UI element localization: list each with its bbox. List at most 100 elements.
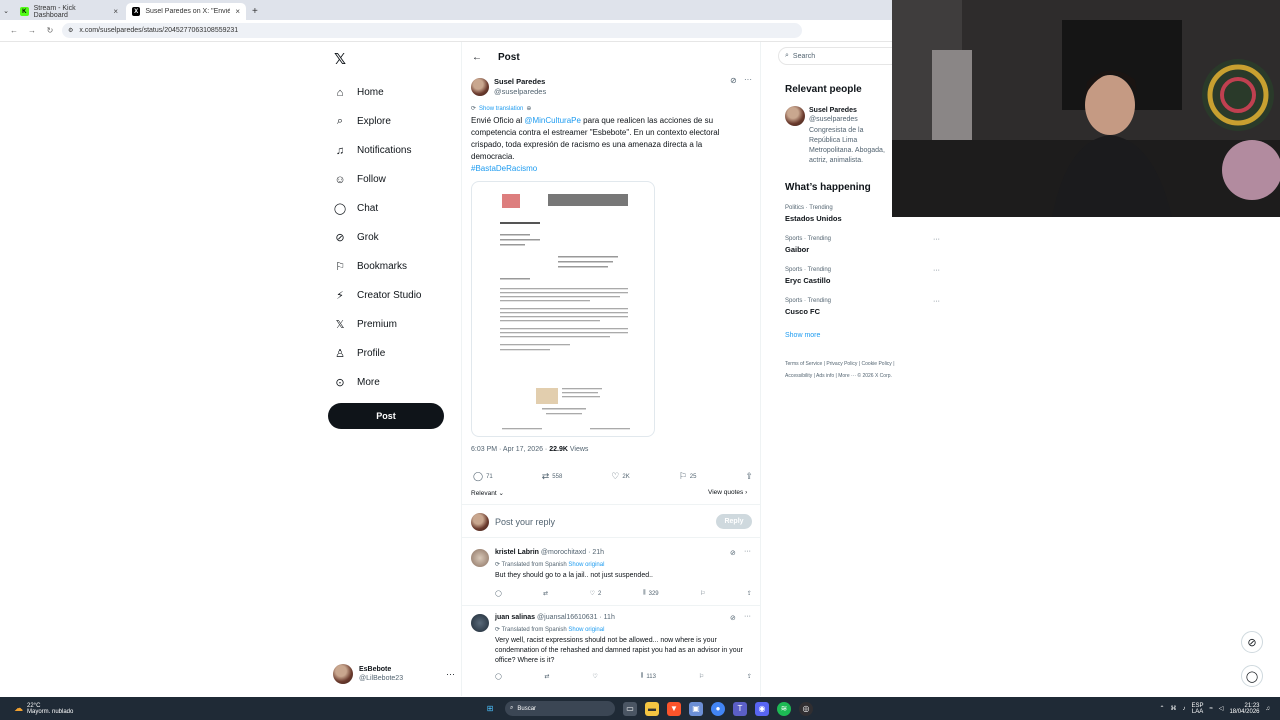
footer-link[interactable]: Cookie Policy	[862, 361, 892, 367]
heart-icon[interactable]: ♡	[592, 673, 597, 680]
avatar[interactable]	[785, 106, 805, 126]
back-icon[interactable]: ←	[8, 26, 20, 35]
grok-icon[interactable]: ⊘	[730, 549, 736, 557]
footer-link[interactable]: Accessibility	[785, 373, 812, 379]
site-info-icon[interactable]: ⚙	[68, 27, 73, 34]
post-button[interactable]: Post	[328, 403, 444, 429]
reply-input[interactable]: Post your reply	[495, 517, 555, 527]
nav-explore[interactable]: ⌕ Explore	[328, 107, 458, 136]
grok-icon[interactable]: ⊘	[730, 614, 736, 622]
speaker-icon[interactable]: ◁	[1219, 705, 1224, 712]
person-name[interactable]: Susel Paredes	[809, 107, 894, 114]
grok-floating-button[interactable]: ⊘	[1241, 631, 1263, 653]
bookmark-icon[interactable]: ⚐	[700, 590, 705, 597]
nav-chat[interactable]: ◯ Chat	[328, 194, 458, 223]
show-original-link[interactable]: Show original	[568, 627, 604, 633]
more-options-icon[interactable]: ···	[744, 613, 751, 620]
spotify-icon[interactable]: ≋	[777, 701, 791, 716]
nav-notifications[interactable]: ♫ Notifications	[328, 136, 458, 165]
footer-link[interactable]: Privacy Policy	[826, 361, 857, 367]
footer-link[interactable]: More ···	[838, 373, 856, 379]
reply-icon[interactable]: ◯	[495, 590, 502, 597]
mention-link[interactable]: @MinCulturaPe	[524, 116, 581, 125]
chrome-icon[interactable]: ●	[711, 701, 725, 716]
account-switcher[interactable]: EsBebote @LilBebote23 ···	[333, 661, 455, 687]
repost-icon[interactable]: ⇄	[543, 590, 548, 597]
nav-grok[interactable]: ⊘ Grok	[328, 223, 458, 252]
nav-follow[interactable]: ☺ Follow	[328, 165, 458, 194]
teams-icon[interactable]: T	[733, 701, 747, 716]
footer-link[interactable]: Terms of Service	[785, 361, 822, 367]
nav-home[interactable]: ⌂ Home	[328, 78, 458, 107]
reply-sort[interactable]: Relevant ⌄	[471, 489, 504, 497]
forward-icon[interactable]: →	[26, 26, 38, 35]
brave-icon[interactable]: ▼	[667, 701, 681, 716]
show-translation-link[interactable]: Show translation	[479, 106, 523, 112]
author-handle[interactable]: @suselparedes	[494, 87, 546, 96]
tab-kick-dashboard[interactable]: K Stream - Kick Dashboard ×	[14, 3, 124, 20]
like-action[interactable]: ♡ 2K	[611, 471, 629, 482]
post-image[interactable]	[471, 181, 655, 437]
clock[interactable]: 21:23 18/04/2026	[1229, 703, 1259, 715]
wifi-icon[interactable]: ≈	[1210, 706, 1213, 712]
task-view-icon[interactable]: ▭	[623, 701, 637, 716]
trend-item[interactable]: Sports · Trending Eryc Castillo	[785, 267, 831, 285]
person-handle[interactable]: @suselparedes	[809, 116, 894, 123]
share-icon[interactable]: ⇪	[747, 673, 752, 680]
share-icon[interactable]: ⇪	[745, 471, 753, 482]
nav-bookmarks[interactable]: ⚐ Bookmarks	[328, 252, 458, 281]
bookmark-icon[interactable]: ⚐	[699, 673, 704, 680]
author-name[interactable]: Susel Paredes	[494, 77, 546, 86]
post-time[interactable]: 6:03 PM · Apr 17, 2026 ·	[471, 446, 549, 453]
avatar[interactable]	[471, 77, 489, 96]
close-tab-icon[interactable]: ×	[113, 7, 118, 16]
nav-premium[interactable]: 𝕏 Premium	[328, 310, 458, 339]
trend-item[interactable]: Sports · Trending Cusco FC	[785, 298, 831, 316]
reload-icon[interactable]: ↻	[44, 26, 56, 35]
language-indicator[interactable]: ESP LAA	[1192, 703, 1204, 715]
x-logo-icon[interactable]: 𝕏	[334, 50, 458, 68]
bookmark-action[interactable]: ⚐ 25	[679, 471, 697, 482]
discord-icon[interactable]: ◉	[755, 701, 769, 716]
show-original-link[interactable]: Show original	[568, 562, 604, 568]
footer-link[interactable]: Ads info	[816, 373, 834, 379]
like-action[interactable]: ♡ 2	[590, 590, 602, 598]
trend-item[interactable]: Sports · Trending Gaibor	[785, 236, 831, 254]
nav-more[interactable]: ⊙ More	[328, 368, 458, 397]
grok-icon[interactable]: ⊘	[730, 76, 737, 85]
repost-action[interactable]: ⇄ 558	[542, 471, 563, 482]
hashtag-link[interactable]: #BastaDeRacismo	[471, 164, 537, 173]
tab-list-chevron-icon[interactable]: ⌄	[0, 7, 12, 15]
reply-icon[interactable]: ◯	[495, 673, 502, 680]
messages-floating-button[interactable]: ◯	[1241, 665, 1263, 687]
taskbar-search-input[interactable]: ⌕ Buscar	[505, 701, 615, 716]
file-explorer-icon[interactable]: ▬	[645, 701, 659, 716]
notification-bell-icon[interactable]: ♫	[1266, 706, 1271, 712]
trend-item[interactable]: Politics · Trending Estados Unidos	[785, 205, 842, 223]
more-options-icon[interactable]: ···	[933, 298, 940, 305]
more-options-icon[interactable]: ···	[933, 236, 940, 243]
back-arrow-icon[interactable]: ←	[472, 52, 482, 63]
more-options-icon[interactable]: ···	[446, 669, 455, 679]
repost-icon[interactable]: ⇄	[545, 673, 550, 680]
more-options-icon[interactable]: ···	[933, 267, 940, 274]
reply-action[interactable]: ◯ 71	[473, 471, 493, 482]
volume-icon[interactable]: ♪	[1183, 706, 1186, 712]
tab-x-post[interactable]: X Susel Paredes on X: "Envié Ofici ×	[126, 3, 246, 20]
show-more-link[interactable]: Show more	[785, 332, 820, 339]
url-input[interactable]: ⚙ x.com/suselparedes/status/204527706310…	[62, 23, 802, 38]
reply-author[interactable]: kristel Labrin	[495, 549, 539, 556]
nav-creator-studio[interactable]: ⚡ Creator Studio	[328, 281, 458, 310]
show-translation-row[interactable]: ⟳ Show translation ⊕	[471, 105, 531, 113]
avatar[interactable]	[471, 549, 489, 567]
windows-start-icon[interactable]: ⊞	[483, 702, 497, 716]
photos-icon[interactable]: ▣	[689, 701, 703, 716]
nav-profile[interactable]: ♙ Profile	[328, 339, 458, 368]
reply-author[interactable]: juan salinas	[495, 614, 535, 621]
views-action[interactable]: ⫼ 113	[641, 673, 656, 680]
views-action[interactable]: ⫼ 329	[643, 590, 659, 597]
obs-icon[interactable]: ◎	[799, 701, 813, 716]
new-tab-icon[interactable]: +	[252, 6, 258, 17]
tray-chevron-icon[interactable]: ⌃	[1160, 705, 1165, 712]
reply-item[interactable]: kristel Labrin @morochitaxd · 21h ⊘ ··· …	[462, 546, 760, 606]
